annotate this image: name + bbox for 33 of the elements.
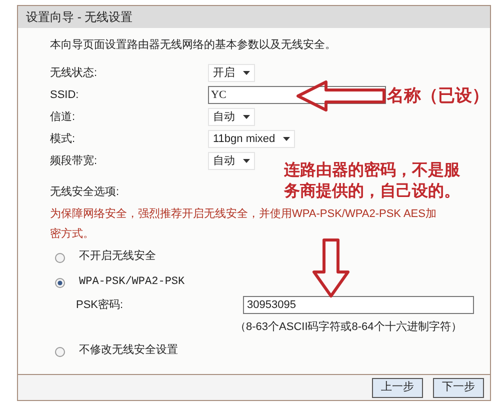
select-dropdown[interactable]: 11bgn mixed xyxy=(208,130,296,148)
radio-label: WPA-PSK/WPA2-PSK xyxy=(79,275,185,290)
radio-label: 不修改无线安全设置 xyxy=(79,343,178,360)
field-label: 无线状态: xyxy=(50,66,98,81)
warning-text: 为保障网络安全，强烈推荐开启无线安全，并使用WPA-PSK/WPA2-PSK AES加密方式。 xyxy=(50,206,438,242)
step-button[interactable]: 上一步 xyxy=(372,378,423,398)
annotation-text: 务商提供的，自己设的。 xyxy=(284,181,460,202)
caret-icon xyxy=(243,115,250,119)
section-title: 无线安全选项: xyxy=(50,184,120,200)
arrow-icon xyxy=(312,238,350,298)
description-text: 本向导页面设置路由器无线网络的基本参数以及无线安全。 xyxy=(50,38,337,53)
arrow-icon xyxy=(296,80,386,112)
radio-label: 不开启无线安全 xyxy=(79,249,156,266)
annotation-text: 连路由器的密码，不是服 xyxy=(284,160,460,181)
step-button[interactable]: 下一步 xyxy=(433,378,484,398)
radio-button[interactable] xyxy=(55,346,65,356)
field-label: 信道: xyxy=(50,110,76,125)
radio-button[interactable] xyxy=(55,252,65,262)
field-label: PSK密码: xyxy=(76,298,124,313)
password-input[interactable]: 30953095 xyxy=(243,296,474,314)
select-dropdown[interactable]: 自动 xyxy=(208,152,255,170)
select-dropdown[interactable]: 开启 xyxy=(208,64,255,82)
field-label: SSID: xyxy=(50,88,80,103)
field-label: 模式: xyxy=(50,132,76,147)
select-dropdown[interactable]: 自动 xyxy=(208,108,255,126)
field-label: 频段带宽: xyxy=(50,154,98,169)
annotation-text: 名称（已设） xyxy=(387,87,489,104)
caret-icon xyxy=(243,71,250,75)
window-title: 设置向导 - 无线设置 xyxy=(26,9,133,26)
radio-button[interactable] xyxy=(55,278,65,288)
caret-icon xyxy=(283,137,290,141)
hint-text: （8-63个ASCII码字符或8-64个十六进制字符） xyxy=(235,320,462,335)
caret-icon xyxy=(243,159,250,163)
